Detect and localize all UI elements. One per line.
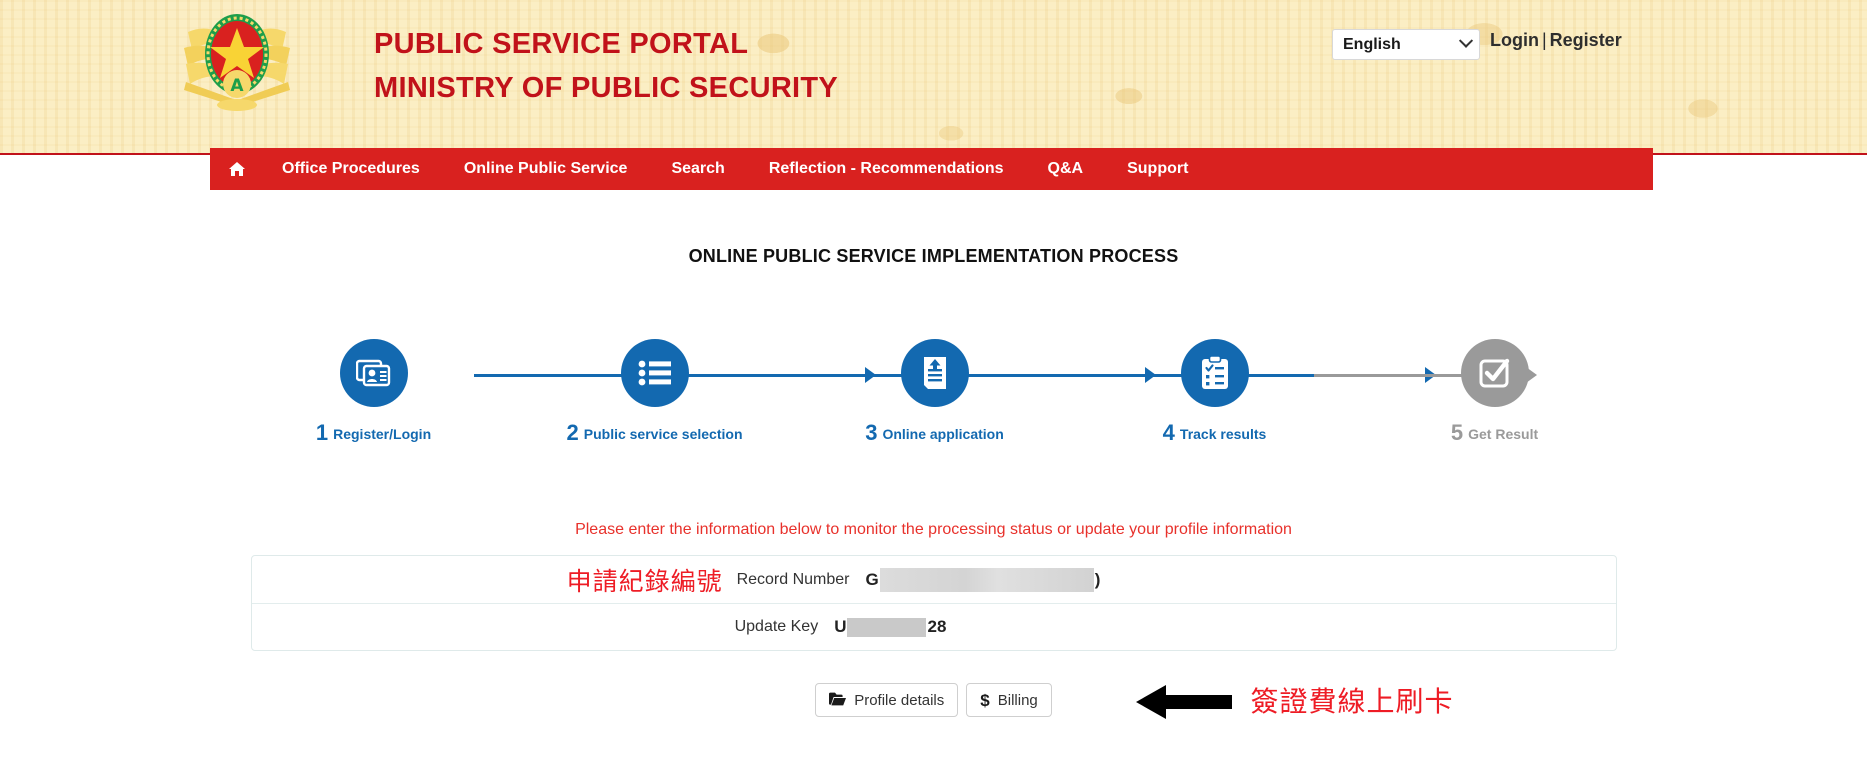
nav-item-support[interactable]: Support (1105, 148, 1210, 190)
step-1-label-wrap: 1 Register/Login (269, 420, 479, 446)
step-1-number: 1 (315, 420, 329, 445)
auth-separator: | (1541, 30, 1547, 50)
step-3-number: 3 (865, 420, 878, 445)
step-2-number: 2 (566, 420, 579, 445)
language-select[interactable]: English (1332, 29, 1480, 60)
record-number-value: G ) (865, 567, 1101, 592)
step-3-label-wrap: 3 Online application (830, 420, 1040, 446)
step-3-label: Online application (882, 426, 1004, 442)
login-link[interactable]: Login (1490, 30, 1539, 50)
main-navigation: Office Procedures Online Public Service … (210, 148, 1653, 190)
update-key-value: U 28 (834, 617, 946, 637)
id-card-icon (339, 339, 408, 407)
step-4-label: Track results (1179, 426, 1267, 442)
nav-item-qa[interactable]: Q&A (1026, 148, 1106, 190)
step-5-get-result[interactable]: 5 Get Result (1390, 315, 1600, 446)
form-notice: Please enter the information below to mo… (575, 521, 1292, 538)
step-4-number: 4 (1162, 420, 1175, 445)
step-5-label: Get Result (1468, 426, 1539, 442)
billing-annotation: 簽證費線上刷卡 (1250, 685, 1454, 718)
main-content: ONLINE PUBLIC SERVICE IMPLEMENTATION PRO… (0, 190, 1867, 719)
step-4-track-results[interactable]: 4 Track results (1110, 315, 1320, 446)
step-2-public-service-selection[interactable]: 2 Public service selection (550, 315, 760, 446)
svg-text:A: A (230, 76, 244, 96)
upload-document-icon (900, 339, 969, 407)
dollar-icon: $ (980, 690, 990, 710)
language-select-value: English (1343, 35, 1401, 53)
check-square-icon (1460, 339, 1529, 407)
brand-line-1: PUBLIC SERVICE PORTAL (374, 28, 749, 60)
profile-details-button[interactable]: Profile details (815, 683, 959, 717)
chevron-down-icon (1458, 33, 1474, 48)
register-link[interactable]: Register (1550, 30, 1622, 50)
vietnam-public-security-emblem: A (178, 2, 296, 114)
step-2-label-wrap: 2 Public service selection (550, 420, 760, 446)
record-table: 申請紀錄編號 Record Number G ) Update Key U 28 (250, 555, 1617, 651)
step-1-label: Register/Login (333, 426, 432, 442)
table-row: 申請紀錄編號 Record Number G ) (252, 556, 1616, 603)
billing-label: Billing (997, 691, 1038, 709)
step-4-label-wrap: 4 Track results (1110, 420, 1320, 446)
record-number-redacted (879, 567, 1094, 592)
update-key-prefix: U (834, 617, 847, 636)
record-number-prefix: G (865, 569, 879, 589)
page-title: ONLINE PUBLIC SERVICE IMPLEMENTATION PRO… (688, 246, 1179, 266)
record-number-annotation: 申請紀錄編號 (566, 566, 723, 596)
billing-button[interactable]: $ Billing (966, 683, 1052, 717)
list-icon (620, 339, 689, 407)
home-icon[interactable] (210, 148, 260, 190)
site-header: A PUBLIC SERVICE PORTAL MINISTRY OF PUBL… (0, 0, 1867, 155)
step-1-register-login[interactable]: 1 Register/Login (269, 315, 479, 446)
step-5-label-wrap: 5 Get Result (1390, 420, 1600, 446)
step-3-online-application[interactable]: 3 Online application (830, 315, 1040, 446)
nav-item-search[interactable]: Search (649, 148, 746, 190)
table-row: Update Key U 28 (251, 603, 1616, 650)
update-key-label: Update Key (734, 618, 819, 635)
update-key-suffix: 28 (927, 617, 947, 636)
auth-links: Login | Register (1490, 30, 1622, 51)
step-2-label: Public service selection (583, 426, 743, 442)
record-number-label: Record Number (736, 570, 850, 588)
update-key-redacted (847, 617, 927, 637)
nav-item-reflection-recommendations[interactable]: Reflection - Recommendations (747, 148, 1026, 190)
clipboard-check-icon (1180, 339, 1249, 407)
nav-item-online-public-service[interactable]: Online Public Service (442, 148, 650, 190)
brand-line-2: MINISTRY OF PUBLIC SECURITY (374, 72, 839, 104)
folder-open-icon (829, 692, 847, 709)
site-brand: PUBLIC SERVICE PORTAL MINISTRY OF PUBLIC… (374, 22, 838, 110)
left-arrow-annotation (1135, 685, 1232, 719)
process-stepper: 1 Register/Login 2 Public service selectio… (314, 315, 1554, 445)
nav-item-office-procedures[interactable]: Office Procedures (260, 148, 442, 190)
profile-details-label: Profile details (854, 691, 945, 709)
step-5-number: 5 (1450, 420, 1464, 445)
record-number-suffix: ) (1094, 569, 1101, 589)
action-buttons: Profile details $ Billing 簽證費線上刷卡 (251, 683, 1617, 719)
